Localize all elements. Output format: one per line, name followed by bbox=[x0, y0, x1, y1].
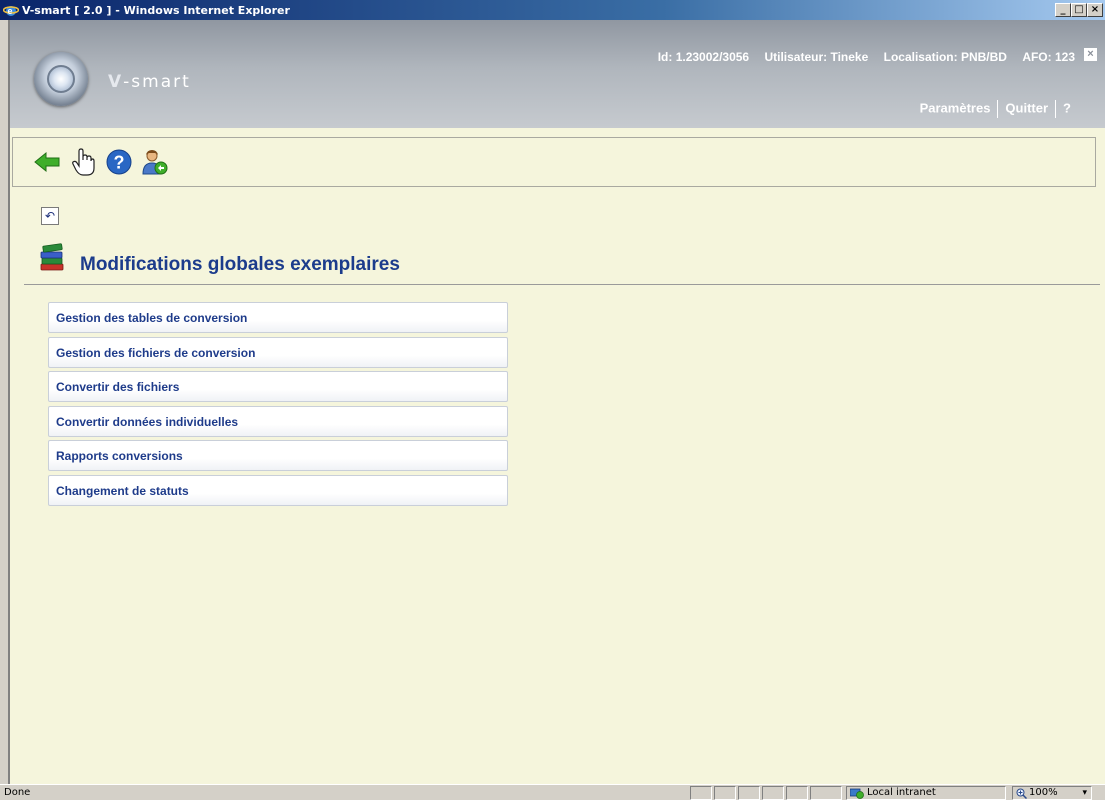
chevron-down-icon[interactable]: ▾ bbox=[1082, 787, 1087, 799]
zoom-control[interactable]: 100% ▾ bbox=[1012, 786, 1092, 800]
window-close-button[interactable]: × bbox=[1087, 3, 1103, 17]
internet-explorer-icon: e bbox=[2, 2, 20, 18]
menu-item-convert-files[interactable]: Convertir des fichiers bbox=[48, 371, 508, 402]
brand-name: V-smart bbox=[108, 72, 191, 92]
status-text: Done bbox=[4, 787, 31, 798]
browser-content: V-smart Id: 1.23002/3056 Utilisateur: Ti… bbox=[8, 20, 1105, 784]
brand-rest: -smart bbox=[123, 72, 191, 92]
window-title: V-smart [ 2.0 ] - Windows Internet Explo… bbox=[22, 3, 290, 17]
title-divider bbox=[24, 284, 1100, 285]
svg-text:e: e bbox=[8, 6, 13, 16]
page-title: Modifications globales exemplaires bbox=[80, 254, 400, 275]
zone-label: Local intranet bbox=[867, 787, 936, 798]
user-switch-icon[interactable] bbox=[141, 148, 169, 176]
status-bar: Done Local intranet 100% ▾ bbox=[0, 784, 1105, 800]
menu-item-conversion-tables[interactable]: Gestion des tables de conversion bbox=[48, 302, 508, 333]
status-cell bbox=[810, 786, 842, 800]
zoom-icon bbox=[1016, 788, 1028, 800]
hand-pointer-icon[interactable] bbox=[69, 148, 97, 176]
session-user: Utilisateur: Tineke bbox=[764, 50, 869, 64]
menu-item-conversion-reports[interactable]: Rapports conversions bbox=[48, 440, 508, 471]
menu-item-conversion-files[interactable]: Gestion des fichiers de conversion bbox=[48, 336, 508, 368]
help-icon[interactable]: ? bbox=[105, 148, 133, 176]
link-divider bbox=[997, 100, 999, 118]
security-zone[interactable]: Local intranet bbox=[846, 786, 1006, 800]
undo-button[interactable]: ↶ bbox=[41, 207, 59, 225]
menu-list: Gestion des tables de conversion Gestion… bbox=[48, 302, 508, 509]
window-titlebar: e V-smart [ 2.0 ] - Windows Internet Exp… bbox=[0, 0, 1105, 20]
help-link[interactable]: ? bbox=[1063, 100, 1071, 115]
menu-item-status-change[interactable]: Changement de statuts bbox=[48, 474, 508, 506]
zoom-level: 100% bbox=[1029, 787, 1058, 798]
brand-v: V bbox=[108, 72, 124, 92]
menu-item-convert-individual[interactable]: Convertir données individuelles bbox=[48, 405, 508, 437]
settings-link[interactable]: Paramètres bbox=[920, 100, 991, 115]
back-arrow-icon[interactable] bbox=[33, 148, 61, 176]
toolbar: ? bbox=[12, 137, 1096, 187]
minimize-button[interactable]: _ bbox=[1055, 3, 1071, 17]
quit-link[interactable]: Quitter bbox=[1005, 100, 1048, 115]
header-links: Paramètres Quitter? bbox=[920, 100, 1071, 118]
session-id: Id: 1.23002/3056 bbox=[657, 50, 750, 64]
status-cell bbox=[714, 786, 736, 800]
intranet-icon bbox=[849, 788, 864, 799]
maximize-button[interactable]: □ bbox=[1071, 3, 1087, 17]
status-cell bbox=[690, 786, 712, 800]
session-location: Localisation: PNB/BD bbox=[883, 50, 1007, 64]
books-icon bbox=[40, 242, 64, 272]
vsmart-logo-icon bbox=[34, 52, 88, 106]
app-header: V-smart Id: 1.23002/3056 Utilisateur: Ti… bbox=[10, 20, 1105, 128]
link-divider bbox=[1055, 100, 1057, 118]
status-cell bbox=[738, 786, 760, 800]
status-cell bbox=[786, 786, 808, 800]
app-close-icon[interactable]: × bbox=[1084, 48, 1097, 61]
session-afo: AFO: 123 bbox=[1022, 50, 1075, 64]
svg-text:?: ? bbox=[114, 153, 125, 173]
session-info: Id: 1.23002/3056 Utilisateur: Tineke Loc… bbox=[646, 50, 1075, 64]
status-cell bbox=[762, 786, 784, 800]
